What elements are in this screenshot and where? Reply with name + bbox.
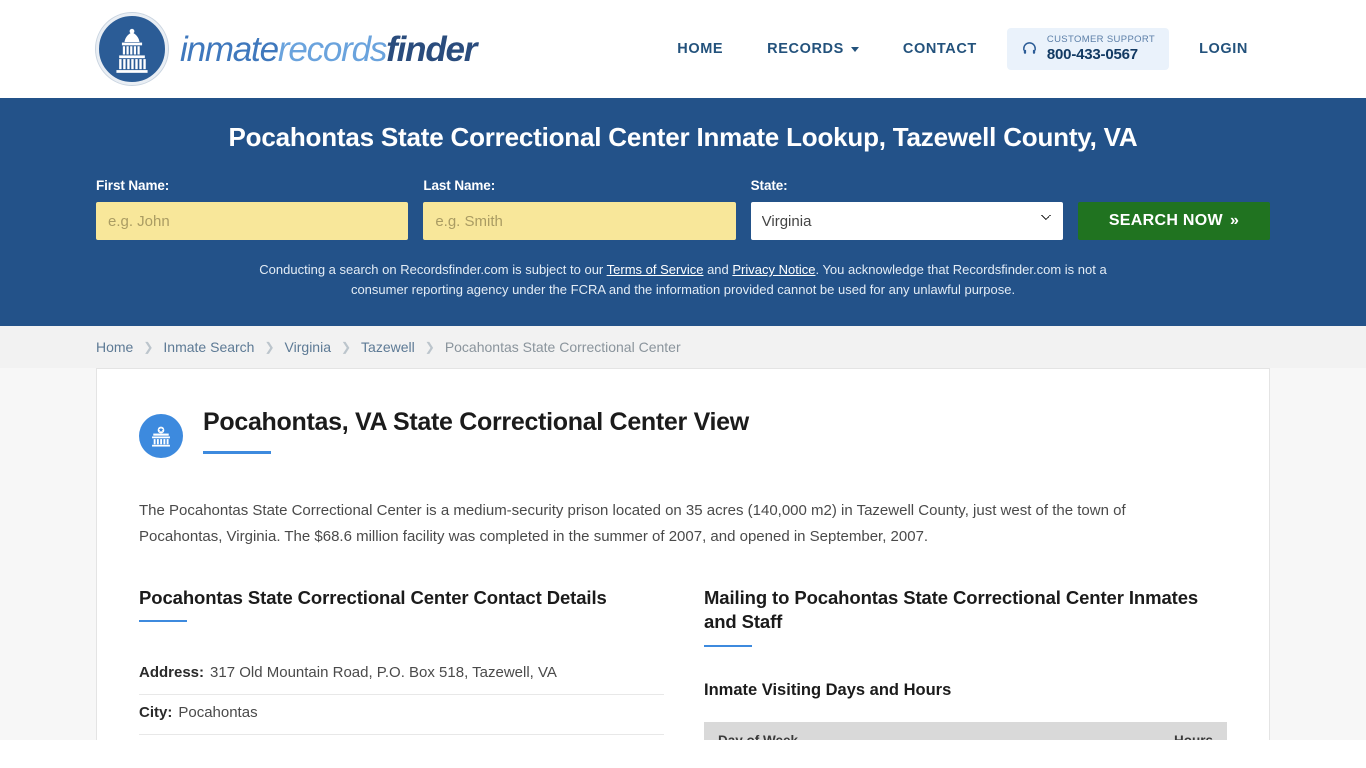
main-navigation: HOME RECORDS CONTACT CUSTOMER SUPPORT 80…	[655, 27, 1270, 71]
breadcrumb-item-virginia[interactable]: Virginia	[285, 339, 331, 355]
visiting-hours-heading: Inmate Visiting Days and Hours	[704, 680, 952, 699]
nav-item-records-label: RECORDS	[767, 40, 844, 57]
breadcrumb-separator-icon: ❯	[264, 340, 275, 355]
breadcrumb-separator-icon: ❯	[340, 340, 352, 355]
double-chevron-right-icon: »	[1229, 212, 1240, 229]
headset-icon	[1021, 40, 1038, 57]
detail-row-address: Address: 317 Old Mountain Road, P.O. Box …	[139, 655, 664, 696]
table-column-hours: Hours	[1026, 721, 1227, 741]
contact-details-column: Pocahontas State Correctional Center Con…	[139, 586, 664, 740]
breadcrumb-item-current: Pocahontas State Correctional Center	[444, 339, 681, 356]
contact-heading-rule	[139, 620, 187, 623]
page-title-row: Pocahontas, VA State Correctional Center…	[139, 409, 1227, 459]
last-name-label: Last Name:	[423, 178, 496, 193]
breadcrumb-item-inmate-search[interactable]: Inmate Search	[163, 339, 254, 355]
nav-item-login-label: LOGIN	[1199, 40, 1248, 57]
first-name-label: First Name:	[96, 178, 170, 193]
detail-value-city: Pocahontas	[178, 704, 258, 722]
brand-wordmark: inmaterecordsfinder	[180, 29, 477, 69]
breadcrumb-bar: Home ❯ Inmate Search ❯ Virginia ❯ Tazewe…	[0, 326, 1366, 369]
first-name-input[interactable]	[96, 202, 409, 240]
detail-row-city: City: Pocahontas	[139, 695, 664, 736]
brand-word-1: inmate	[180, 29, 279, 69]
page-title-block: Pocahontas, VA State Correctional Center…	[203, 409, 749, 454]
detail-value-address: 317 Old Mountain Road, P.O. Box 518, Taz…	[210, 664, 557, 682]
state-label: State:	[750, 178, 788, 193]
disclaimer-part-2: and	[703, 262, 733, 277]
support-label: CUSTOMER SUPPORT	[1046, 33, 1156, 45]
support-phone: 800-433-0567	[1046, 45, 1138, 63]
nav-item-contact-label: CONTACT	[902, 40, 977, 57]
nav-item-home[interactable]: HOME	[655, 31, 745, 67]
breadcrumb-separator-icon: ❯	[424, 340, 435, 355]
breadcrumb-separator-icon: ❯	[143, 340, 154, 355]
privacy-notice-link[interactable]: Privacy Notice	[732, 262, 815, 277]
nav-item-contact[interactable]: CONTACT	[881, 31, 999, 67]
detail-row-zip: Zip:24635	[139, 735, 664, 740]
terms-of-service-link[interactable]: Terms of Service	[607, 262, 704, 277]
breadcrumb-item-home[interactable]: Home	[96, 339, 133, 355]
customer-support-button[interactable]: CUSTOMER SUPPORT 800-433-0567	[1006, 27, 1170, 71]
last-name-input[interactable]	[423, 202, 736, 240]
nav-item-records[interactable]: RECORDS	[745, 31, 881, 67]
breadcrumb-item-tazewell[interactable]: Tazewell	[361, 339, 415, 355]
state-select[interactable]: Virginia	[750, 202, 1063, 240]
page-title: Pocahontas, VA State Correctional Center…	[203, 408, 749, 437]
state-field-group: State: Virginia	[750, 178, 1063, 240]
nav-item-home-label: HOME	[677, 40, 724, 57]
contact-details-list: Address: 317 Old Mountain Road, P.O. Box …	[139, 655, 664, 740]
page-body: Pocahontas, VA State Correctional Center…	[0, 368, 1366, 741]
search-now-button[interactable]: SEARCH NOW »	[1077, 202, 1270, 240]
brand-word-3: finder	[386, 29, 477, 69]
first-name-field-group: First Name:	[96, 178, 409, 240]
contact-details-heading: Pocahontas State Correctional Center Con…	[139, 586, 607, 608]
capitol-dome-icon	[96, 13, 168, 85]
visiting-hours-table-head: Day of Week Hours	[704, 721, 1227, 741]
brand-logo[interactable]: inmaterecordsfinder	[96, 13, 477, 85]
mailing-heading-rule	[704, 644, 752, 647]
site-header: inmaterecordsfinder HOME RECORDS CONTACT…	[0, 0, 1366, 98]
facility-detail-card: Pocahontas, VA State Correctional Center…	[96, 368, 1270, 741]
last-name-field-group: Last Name:	[423, 178, 736, 240]
mailing-column: Mailing to Pocahontas State Correctional…	[704, 586, 1227, 741]
detail-key-address: Address:	[139, 664, 205, 682]
hero-search-section: Pocahontas State Correctional Center Inm…	[0, 98, 1366, 327]
chevron-down-icon	[850, 47, 859, 53]
title-underline-rule	[203, 450, 271, 454]
brand-word-2: records	[277, 29, 388, 69]
courthouse-icon	[139, 414, 183, 459]
detail-key-city: City:	[139, 704, 173, 722]
visiting-hours-table: Day of Week Hours	[704, 721, 1227, 741]
table-header-row: Day of Week Hours	[704, 721, 1227, 741]
inmate-search-form: First Name: Last Name: State: Virginia S…	[96, 178, 1270, 240]
hero-title: Pocahontas State Correctional Center Inm…	[228, 122, 1138, 152]
mailing-heading: Mailing to Pocahontas State Correctional…	[704, 586, 1199, 633]
breadcrumb: Home ❯ Inmate Search ❯ Virginia ❯ Tazewe…	[96, 339, 681, 355]
table-column-day-of-week: Day of Week	[704, 721, 1027, 741]
facility-intro-paragraph: The Pocahontas State Correctional Center…	[139, 502, 1126, 546]
detail-columns: Pocahontas State Correctional Center Con…	[139, 586, 1227, 741]
search-disclaimer: Conducting a search on Recordsfinder.com…	[258, 260, 1108, 300]
nav-item-login[interactable]: LOGIN	[1177, 31, 1270, 67]
disclaimer-part-1: Conducting a search on Recordsfinder.com…	[259, 262, 607, 277]
search-now-label: SEARCH NOW	[1108, 212, 1223, 229]
